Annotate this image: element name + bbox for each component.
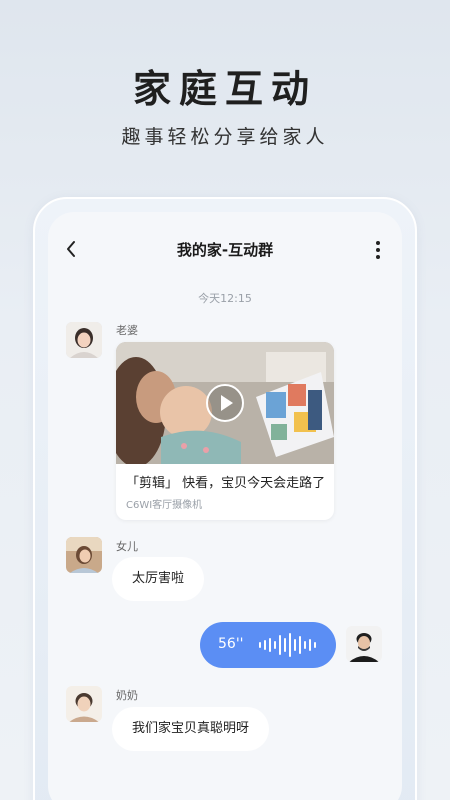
- play-icon: [205, 383, 245, 423]
- video-source: C6WI客厅摄像机: [126, 500, 203, 511]
- video-caption: 「剪辑」 快看，宝贝今天会走路了: [126, 476, 326, 491]
- back-button[interactable]: [60, 236, 84, 262]
- avatar-wife[interactable]: [66, 322, 102, 358]
- voice-duration: 56'': [218, 636, 244, 652]
- vertical-ellipsis-icon: [372, 241, 384, 266]
- voice-waveform-icon: [258, 632, 320, 658]
- chevron-left-icon: [60, 241, 84, 266]
- text-message-bubble[interactable]: 我们家宝贝真聪明呀: [112, 707, 270, 751]
- avatar-grandma[interactable]: [66, 686, 102, 722]
- text-message-bubble[interactable]: 太厉害啦: [112, 557, 205, 601]
- more-button[interactable]: [372, 238, 384, 262]
- page-title: 我的家-互动群: [176, 241, 274, 259]
- nav-bar: 我的家-互动群: [48, 212, 402, 284]
- voice-message-bubble[interactable]: 56'': [200, 622, 336, 668]
- avatar-me[interactable]: [346, 626, 382, 662]
- video-message-card[interactable]: 「剪辑」 快看，宝贝今天会走路了 C6WI客厅摄像机: [116, 342, 334, 520]
- avatar-daughter[interactable]: [66, 537, 102, 573]
- sender-name: 老婆: [116, 324, 138, 337]
- play-button[interactable]: [205, 383, 245, 423]
- sender-name: 女儿: [116, 540, 138, 553]
- video-thumbnail[interactable]: [116, 342, 334, 464]
- promo-title: 家庭互动: [132, 67, 317, 111]
- chat-timestamp: 今天12:15: [198, 292, 252, 305]
- chat-screen: 我的家-互动群 今天12:15 老婆 「剪辑」 快看，宝贝今天会走路了 C6WI…: [48, 212, 402, 800]
- promo-subtitle: 趣事轻松分享给家人: [121, 126, 329, 148]
- sender-name: 奶奶: [116, 689, 138, 702]
